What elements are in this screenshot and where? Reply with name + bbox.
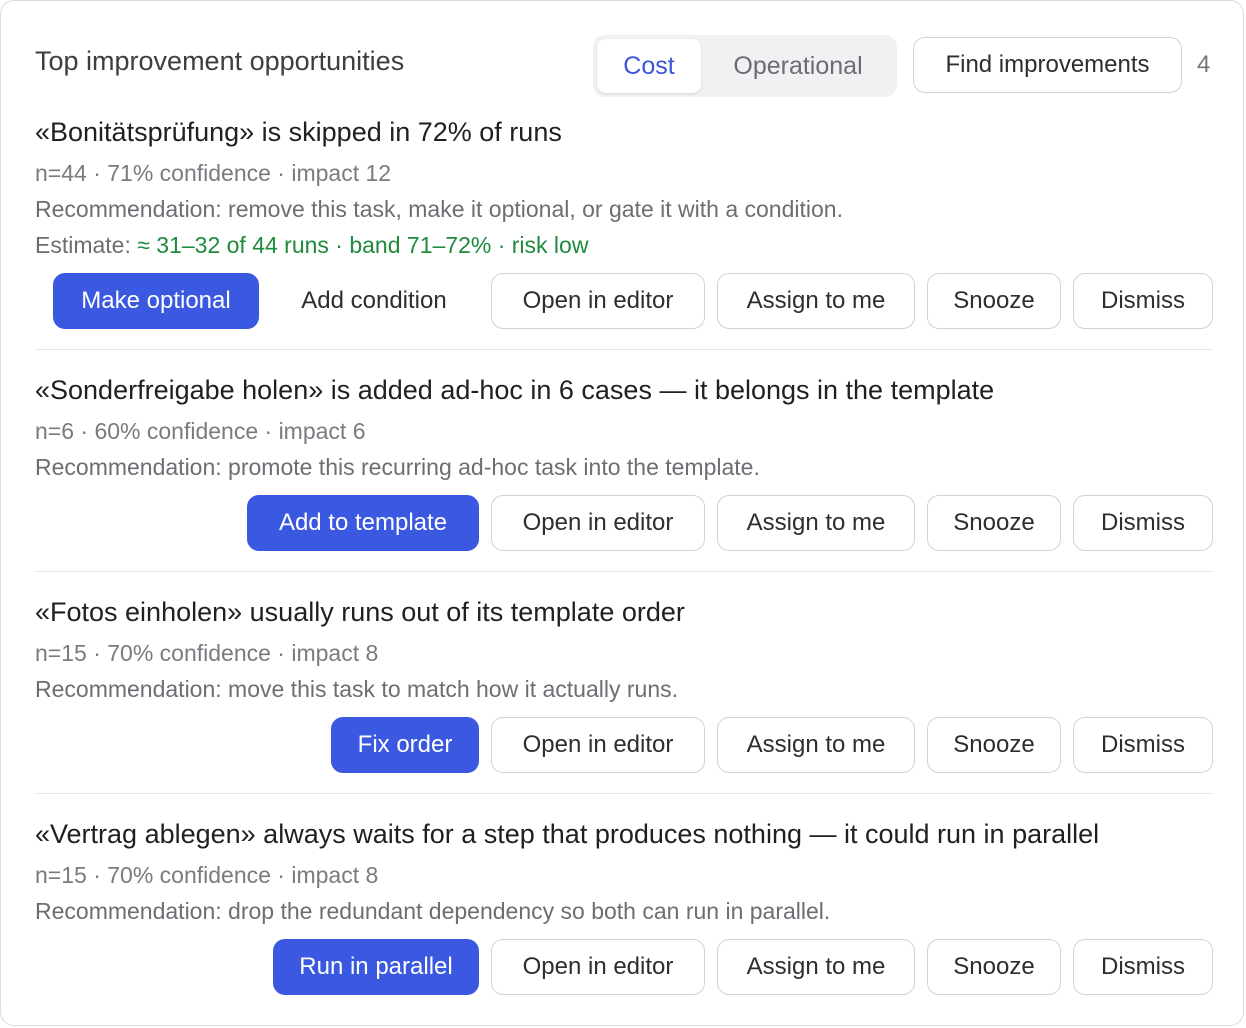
opportunity-recommendation: Recommendation: move this task to match … (35, 676, 679, 702)
assign-to-me-button[interactable]: Assign to me (717, 717, 915, 773)
opportunity-recommendation: Recommendation: promote this recurring a… (35, 454, 760, 480)
improvements-card: Top improvement opportunities Cost Opera… (0, 0, 1244, 1026)
opportunity-item: «Sonderfreigabe holen» is added ad-hoc i… (35, 371, 1213, 571)
opportunity-recommendation: Recommendation: remove this task, make i… (35, 196, 843, 222)
find-improvements-button[interactable]: Find improvements (913, 37, 1182, 93)
tab-cost[interactable]: Cost (597, 39, 701, 93)
open-in-editor-button[interactable]: Open in editor (491, 495, 705, 551)
assign-to-me-button[interactable]: Assign to me (717, 273, 915, 329)
opportunity-title: «Bonitätsprüfung» is skipped in 72% of r… (35, 117, 562, 147)
opportunity-count: 4 (1197, 51, 1211, 78)
run-in-parallel-button[interactable]: Run in parallel (273, 939, 479, 995)
assign-to-me-button[interactable]: Assign to me (717, 495, 915, 551)
opportunity-estimate: Estimate: ≈ 31–32 of 44 runs · band 71–7… (35, 232, 588, 259)
opportunity-meta: n=44 · 71% confidence · impact 12 (35, 160, 392, 186)
tab-operational[interactable]: Operational (707, 39, 889, 93)
add-to-template-button[interactable]: Add to template (247, 495, 479, 551)
opportunity-item: «Fotos einholen» usually runs out of its… (35, 593, 1213, 793)
opportunity-meta: n=15 · 70% confidence · impact 8 (35, 862, 379, 888)
open-in-editor-button[interactable]: Open in editor (491, 717, 705, 773)
make-optional-button[interactable]: Make optional (53, 273, 259, 329)
open-in-editor-button[interactable]: Open in editor (491, 273, 705, 329)
opportunity-title: «Fotos einholen» usually runs out of its… (35, 597, 685, 627)
card-header: Top improvement opportunities Cost Opera… (1, 1, 1243, 111)
opportunity-item: «Vertrag ablegen» always waits for a ste… (35, 815, 1213, 1015)
dismiss-button[interactable]: Dismiss (1073, 717, 1213, 773)
opportunity-recommendation: Recommendation: drop the redundant depen… (35, 898, 831, 924)
divider (35, 571, 1213, 572)
view-toggle: Cost Operational (593, 35, 897, 97)
opportunity-title: «Vertrag ablegen» always waits for a ste… (35, 819, 1100, 849)
estimate-value: ≈ 31–32 of 44 runs · band 71–72% · risk … (137, 232, 589, 258)
fix-order-button[interactable]: Fix order (331, 717, 479, 773)
opportunity-title: «Sonderfreigabe holen» is added ad-hoc i… (35, 375, 995, 405)
divider (35, 793, 1213, 794)
card-title: Top improvement opportunities (35, 46, 405, 76)
divider (35, 349, 1213, 350)
dismiss-button[interactable]: Dismiss (1073, 495, 1213, 551)
add-condition-button[interactable]: Add condition (271, 273, 477, 329)
snooze-button[interactable]: Snooze (927, 273, 1061, 329)
assign-to-me-button[interactable]: Assign to me (717, 939, 915, 995)
open-in-editor-button[interactable]: Open in editor (491, 939, 705, 995)
snooze-button[interactable]: Snooze (927, 939, 1061, 995)
estimate-label: Estimate: (35, 232, 138, 258)
opportunity-meta: n=15 · 70% confidence · impact 8 (35, 640, 379, 666)
dismiss-button[interactable]: Dismiss (1073, 939, 1213, 995)
dismiss-button[interactable]: Dismiss (1073, 273, 1213, 329)
snooze-button[interactable]: Snooze (927, 717, 1061, 773)
opportunity-item: «Bonitätsprüfung» is skipped in 72% of r… (35, 113, 1213, 349)
snooze-button[interactable]: Snooze (927, 495, 1061, 551)
opportunity-meta: n=6 · 60% confidence · impact 6 (35, 418, 366, 444)
